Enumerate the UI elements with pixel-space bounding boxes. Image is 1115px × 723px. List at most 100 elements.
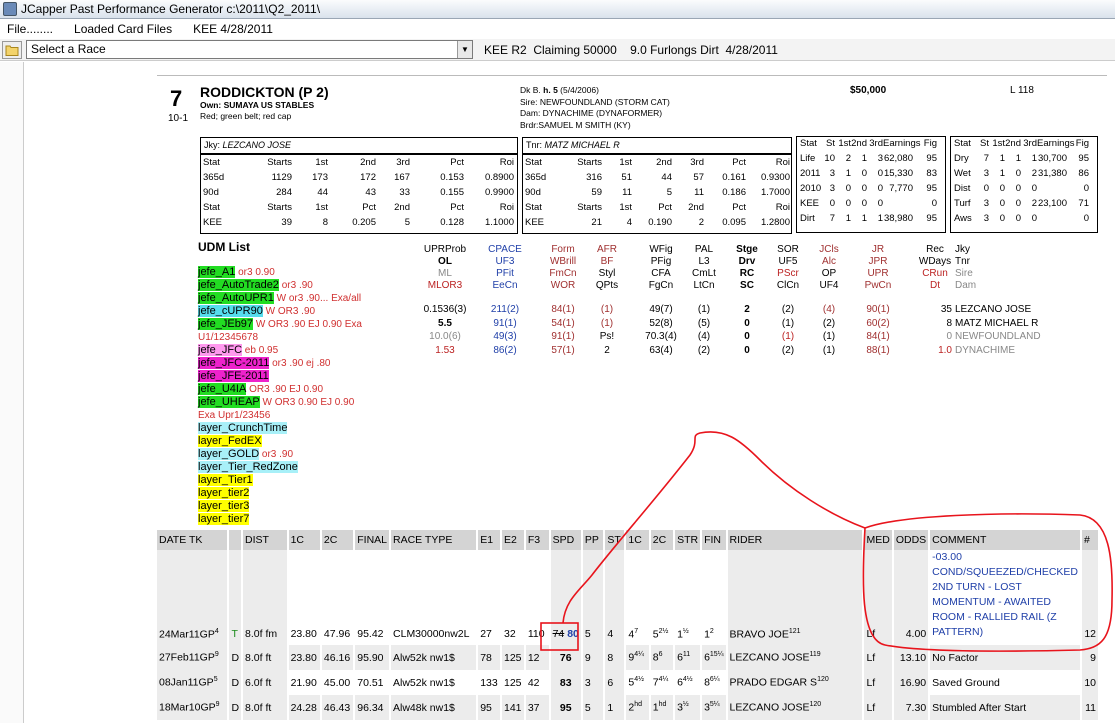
cell-text: hd [658,701,667,709]
column-header[interactable]: 2C [649,530,676,550]
stats-cell: 0 [1031,183,1037,194]
stats-cell: Fig [923,138,937,149]
cell-text: 13.10 [899,651,927,664]
stats-cell: 0 [845,198,851,209]
udm-item[interactable]: layer_tier2 [198,487,250,499]
udm-item[interactable]: jefe_U4IA OR3 .90 EJ 0.90 [198,383,323,395]
column-header[interactable]: STR [674,530,703,550]
factor-value: (1) [822,331,836,342]
column-header[interactable]: RIDER [726,530,865,550]
column-header[interactable]: RACE TYPE [390,530,479,550]
column-header[interactable]: DIST [242,530,289,550]
udm-item[interactable]: jefe_JFC-2011 or3 .90 ej .80 [198,357,331,369]
stats-row: 2010 3 0 0 0 7,770 95 [797,183,937,198]
table-cell: 615¼ [701,645,728,670]
udm-item[interactable]: jefe_JFE-2011 [198,370,269,382]
table-cell: 5 [581,695,606,720]
column-header[interactable]: SPD [549,530,583,550]
udm-item[interactable]: jefe_JFC eb 0.95 [198,344,278,356]
udm-item[interactable]: Exa Upr1/23456 [198,409,270,421]
factor-value: 0 [946,331,952,342]
column-header[interactable]: DATE TK [157,530,230,550]
app-icon [3,2,17,16]
factor-value: (4) [697,331,711,342]
column-header[interactable]: ODDS [892,530,931,550]
post-position: 7 [170,86,183,111]
table-cell: 95.42 [354,550,392,645]
udm-item[interactable]: jefe_UHEAP W OR3 0.90 EJ 0.90 [198,396,354,408]
menu-card-date[interactable]: KEE 4/28/2011 [193,22,273,36]
udm-item[interactable]: jefe_A1 or3 0.90 [198,266,275,278]
stats-cell: KEE [203,217,223,228]
udm-item[interactable]: layer_tier3 [198,500,250,512]
menu-file[interactable]: File........ [7,22,53,36]
stats-cell: Roi [499,157,514,168]
cell-text: Lf [866,628,876,640]
stats-cell: 30,700 [1037,153,1067,164]
factor-label: UPR [867,268,889,279]
column-header[interactable]: 1C [287,530,322,550]
column-header[interactable]: MED [863,530,894,550]
table-cell: 83 [549,670,583,695]
stats-cell: 86 [1078,168,1089,179]
udm-item[interactable]: jefe_cUPR90 W OR3 .90 [198,305,315,317]
table-cell: 42 [524,670,551,695]
cell-text: Alw48k nw1$ [393,701,455,714]
udm-item[interactable]: layer_CrunchTime [198,422,288,434]
column-header[interactable]: FINAL [354,530,392,550]
table-cell: 11 [1081,695,1100,720]
table-cell: 133 [477,670,502,695]
column-header[interactable]: 1C [625,530,651,550]
open-folder-button[interactable] [2,40,22,59]
column-header[interactable]: COMMENT [929,530,1082,550]
stats-cell: 2 [845,153,851,164]
udm-item[interactable]: jefe_AutoUPR1 W or3 .90... Exa/all [198,292,361,304]
column-header[interactable]: 2C [320,530,356,550]
race-select[interactable]: Select a Race ▼ [26,40,473,59]
udm-item[interactable]: U1/12345678 [198,331,258,343]
stats-cell: 173 [312,172,328,183]
column-header[interactable]: # [1081,530,1100,550]
column-header[interactable]: FIN [701,530,728,550]
udm-item[interactable]: jefe_AutoTrade2 or3 .90 [198,279,313,291]
table-cell: 6.0f ft [242,670,289,695]
table-row[interactable]: 08Jan11GP5 D 6.0f ft 21.90 45.00 70.51 Alw52k … [157,670,1100,695]
table-cell: -03.00 COND/SQUEEZED/CHECKED 2ND TURN - … [929,550,1082,645]
stats-cell: St [980,138,989,149]
table-cell: 18Mar10GP9 [157,695,230,720]
table-cell: Lf [863,645,894,670]
column-header[interactable]: E2 [501,530,526,550]
udm-item[interactable]: layer_Tier1 [198,474,253,486]
factor-label: PFit [496,268,514,279]
factor-label: MLOR3 [427,280,463,291]
table-cell: Alw48k nw1$ [390,695,479,720]
udm-item[interactable]: layer_GOLD or3 .90 [198,448,293,460]
udm-title: UDM List [198,240,250,254]
cell-text: Lf [866,651,876,664]
factor-value: 1.0 [938,344,952,356]
stats-cell: Starts [267,202,292,213]
column-header[interactable]: ST [604,530,627,550]
table-row[interactable]: 18Mar10GP9 D 8.0f ft 24.28 46.43 96.34 Alw48k … [157,695,1100,720]
chevron-down-icon[interactable]: ▼ [457,41,472,58]
table-cell: 8 [604,645,627,670]
table-row[interactable]: 27Feb11GP9 D 8.0f ft 23.80 46.16 95.90 Alw52k … [157,645,1100,670]
udm-item[interactable]: layer_tier7 [198,513,250,525]
menu-loaded-card-files[interactable]: Loaded Card Files [74,22,172,36]
table-cell: 141 [501,695,526,720]
factor-value: (1) [781,317,795,329]
table-row[interactable]: 24Mar11GP4 T 8.0f fm 23.80 47.96 95.42 CLM3000… [157,550,1100,645]
udm-item[interactable]: jefe_JEb97 W OR3 .90 EJ 0.90 Exa [198,318,362,330]
column-header[interactable]: PP [581,530,606,550]
column-header[interactable] [228,530,244,550]
udm-item[interactable]: layer_FedEX [198,435,262,447]
column-header[interactable]: F3 [524,530,551,550]
udm-item[interactable]: layer_Tier_RedZone [198,461,298,473]
cell-text: 11 [682,651,691,659]
stats-cell: Pct [450,157,464,168]
stats-cell: 0.205 [352,217,376,228]
column-header[interactable]: E1 [477,530,502,550]
cell-text: 46.16 [323,651,351,664]
stats-cell: 0 [999,183,1005,194]
factor-label: FmCn [549,268,577,279]
